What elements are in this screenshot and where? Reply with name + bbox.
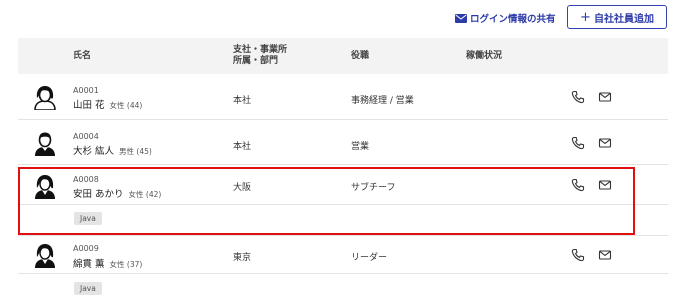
employee-code: A0004 bbox=[73, 132, 99, 141]
share-login-info-label: ログイン情報の共有 bbox=[470, 14, 556, 25]
phone-icon[interactable] bbox=[571, 90, 585, 104]
header-office-line1: 支社・事業所 bbox=[233, 45, 288, 56]
employee-name[interactable]: 山田 花 bbox=[73, 100, 105, 111]
phone-icon[interactable] bbox=[571, 248, 585, 262]
female-avatar-icon bbox=[35, 244, 55, 268]
header-name: 氏名 bbox=[73, 50, 92, 61]
header-office: 支社・事業所 所属・部門 bbox=[233, 38, 287, 74]
employee-office: 本社 bbox=[233, 96, 252, 106]
header-role: 役職 bbox=[351, 50, 370, 61]
table-row[interactable]: A0009 綿貫 薫女性 (37) 東京 リーダー Java bbox=[18, 236, 668, 304]
skill-tag: Java bbox=[74, 212, 102, 225]
employee-role: サブチーフ bbox=[351, 183, 396, 193]
header-status: 稼働状況 bbox=[466, 50, 503, 61]
table-row[interactable]: A0004 大杉 紘人 男性 (45) 本社 営業 bbox=[18, 120, 668, 165]
header-office-line2: 所属・部門 bbox=[233, 56, 279, 66]
employee-list-page: ログイン情報の共有 + 自社社員追加 氏名 支社・事業所 所属・部門 役職 稼働… bbox=[0, 0, 688, 304]
female-avatar-icon bbox=[34, 86, 56, 110]
table-row[interactable]: A0001 山田 花女性 (44) 本社 事務経理 / 営業 bbox=[18, 74, 668, 120]
male-avatar-icon bbox=[35, 132, 55, 156]
employee-name[interactable]: 大杉 紘人 bbox=[73, 146, 114, 157]
add-employee-button[interactable]: + 自社社員追加 bbox=[567, 5, 667, 29]
row-inner-divider bbox=[18, 204, 668, 205]
employee-office: 東京 bbox=[233, 253, 252, 263]
employee-name[interactable]: 綿貫 薫 bbox=[73, 259, 105, 270]
employee-code: A0001 bbox=[73, 86, 99, 95]
employee-code: A0008 bbox=[73, 175, 99, 184]
female-avatar-icon bbox=[35, 175, 55, 199]
table-header: 氏名 支社・事業所 所属・部門 役職 稼働状況 bbox=[18, 38, 668, 74]
mail-icon bbox=[455, 13, 467, 23]
employee-gender-age: 女性 (44) bbox=[109, 101, 143, 110]
employee-office: 本社 bbox=[233, 142, 252, 152]
employee-code: A0009 bbox=[73, 244, 99, 253]
employee-name-line: 山田 花女性 (44) bbox=[73, 97, 142, 111]
employee-gender-age: 女性 (42) bbox=[128, 190, 162, 199]
employee-name-line: 安田 あかり 女性 (42) bbox=[73, 186, 161, 200]
employee-role: リーダー bbox=[351, 253, 388, 263]
employee-role: 事務経理 / 営業 bbox=[351, 96, 414, 106]
employee-gender-age: 男性 (45) bbox=[119, 147, 152, 156]
employee-role: 営業 bbox=[351, 142, 370, 152]
phone-icon[interactable] bbox=[571, 136, 585, 150]
employee-office: 大阪 bbox=[233, 183, 252, 193]
employee-name-line: 綿貫 薫女性 (37) bbox=[73, 256, 142, 270]
share-login-info-link[interactable]: ログイン情報の共有 bbox=[455, 11, 556, 25]
phone-icon[interactable] bbox=[571, 178, 585, 192]
add-employee-label: 自社社員追加 bbox=[593, 13, 654, 25]
plus-icon: + bbox=[580, 9, 591, 25]
mail-icon[interactable] bbox=[598, 178, 612, 192]
employee-name-line: 大杉 紘人 男性 (45) bbox=[73, 143, 152, 157]
mail-icon[interactable] bbox=[598, 248, 612, 262]
mail-icon[interactable] bbox=[598, 90, 612, 104]
row-inner-divider bbox=[18, 273, 668, 274]
skill-tag: Java bbox=[74, 282, 102, 295]
employee-gender-age: 女性 (37) bbox=[109, 260, 143, 269]
employee-name[interactable]: 安田 あかり bbox=[73, 189, 124, 200]
table-row[interactable]: A0008 安田 あかり 女性 (42) 大阪 サブチーフ Java bbox=[18, 165, 668, 236]
mail-icon[interactable] bbox=[598, 136, 612, 150]
